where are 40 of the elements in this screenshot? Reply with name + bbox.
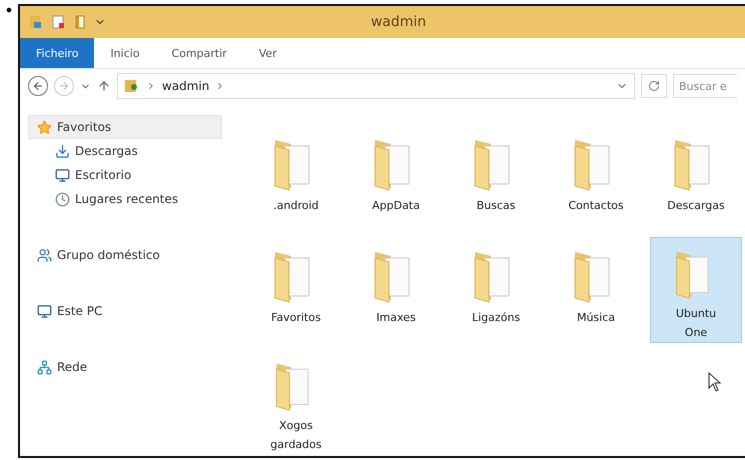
up-button[interactable] (97, 79, 111, 93)
folder-item[interactable]: Xogos gardados (250, 349, 342, 455)
folder-item[interactable]: Música (550, 237, 642, 343)
clock-icon (55, 192, 70, 206)
folder-item[interactable]: Descargas (650, 125, 742, 231)
user-folder-icon (124, 78, 140, 94)
nav-item[interactable]: Este PC (28, 299, 222, 323)
refresh-button[interactable] (641, 74, 667, 98)
nav-item[interactable]: Rede (28, 355, 222, 379)
back-arrow-icon (32, 80, 44, 92)
nav-item[interactable]: Descargas (28, 139, 222, 163)
monitor-icon (55, 168, 70, 182)
ribbon-tab[interactable]: Ver (242, 38, 293, 68)
star-icon (37, 120, 52, 134)
folder-item[interactable]: Imaxes (350, 237, 442, 343)
ribbon-tab[interactable]: Inicio (94, 38, 156, 68)
search-field[interactable]: Buscar e (673, 74, 737, 98)
folder-item[interactable]: Buscas (450, 125, 542, 231)
folder-item[interactable]: .android (250, 125, 342, 231)
folder-item[interactable]: Ligazóns (450, 237, 542, 343)
ribbon-tab[interactable]: Compartir (156, 38, 243, 68)
nav-item[interactable]: Lugares recentes (28, 187, 222, 211)
folder-item[interactable]: Ubuntu One (650, 237, 742, 343)
folder-item[interactable]: Favoritos (250, 237, 342, 343)
forward-arrow-icon (58, 80, 70, 92)
nav-item[interactable]: Favoritos (28, 115, 222, 139)
mouse-pointer-icon (708, 372, 722, 392)
window-title: wadmin (370, 14, 428, 30)
back-button[interactable] (28, 76, 48, 96)
address-field[interactable]: wadmin (117, 73, 635, 99)
refresh-icon (648, 80, 660, 92)
folder-item[interactable]: Contactos (550, 125, 642, 231)
file-menu-tab[interactable]: Ficheiro (20, 38, 94, 68)
computer-icon (37, 304, 52, 318)
network-icon (37, 360, 52, 374)
nav-item[interactable]: Escritorio (28, 163, 222, 187)
folder-item[interactable]: AppData (350, 125, 442, 231)
breadcrumb[interactable]: wadmin (162, 79, 210, 93)
nav-item[interactable]: Grupo doméstico (28, 243, 222, 267)
bullet: • (3, 4, 15, 22)
